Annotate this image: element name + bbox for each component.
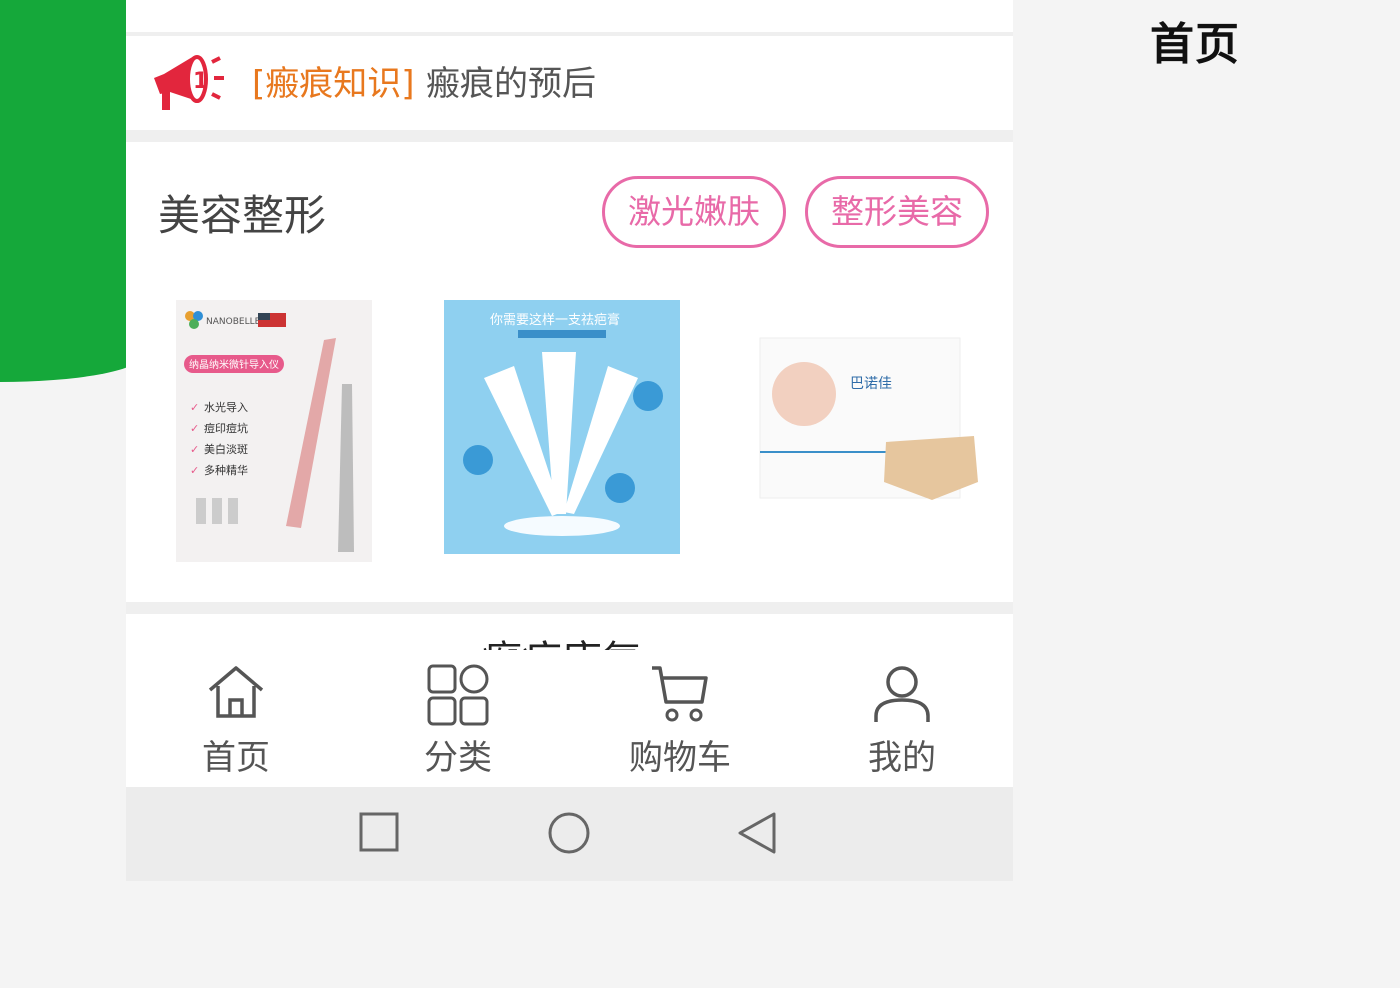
- product-card-microneedle[interactable]: NANOBELLE 纳晶纳米微针导入仪 ✓ 水光导入 ✓ 痘印痘坑 ✓ 美白淡斑 ✓ 多…: [176, 300, 372, 562]
- feature-text: 痘印痘坑: [204, 421, 248, 435]
- green-decoration: [0, 0, 140, 382]
- tab-cart-label: 购物车: [629, 738, 731, 778]
- tab-profile[interactable]: 我的: [822, 650, 982, 787]
- product-headline: 你需要这样一支祛疤膏: [490, 312, 620, 328]
- product-card-scar-gel[interactable]: 你需要这样一支祛疤膏: [444, 300, 680, 554]
- tab-home[interactable]: 首页: [156, 650, 316, 787]
- home-circle-icon[interactable]: [547, 811, 591, 855]
- beauty-section: 美容整形 激光嫩肤 整形美容 NANOBELLE 纳晶纳米微针导入仪 ✓ 水光导入…: [126, 142, 1013, 602]
- tab-profile-label: 我的: [868, 738, 936, 778]
- recent-apps-icon[interactable]: [358, 811, 400, 853]
- svg-text:✓: ✓: [190, 464, 199, 477]
- tab-category[interactable]: 分类: [378, 650, 538, 787]
- product-card-scar-sheet[interactable]: 巴诺佳: [756, 332, 981, 512]
- brand-label: NANOBELLE: [206, 317, 261, 327]
- product-image-microneedle: NANOBELLE 纳晶纳米微针导入仪 ✓ 水光导入 ✓ 痘印痘坑 ✓ 美白淡斑 ✓ 多…: [184, 311, 354, 552]
- top-strip: [126, 0, 1013, 36]
- notice-message[interactable]: 瘢痕的预后: [426, 56, 596, 105]
- system-navigation-bar: [126, 787, 1013, 881]
- tab-home-label: 首页: [202, 738, 270, 778]
- svg-text:✓: ✓: [190, 422, 199, 435]
- tab-category-label: 分类: [424, 738, 492, 778]
- home-icon: [208, 666, 264, 718]
- divider: [126, 130, 1013, 142]
- product-image-scar-gel: 你需要这样一支祛疤膏: [444, 300, 680, 554]
- product-image-scar-sheet: 巴诺佳: [759, 337, 978, 500]
- svg-text:1: 1: [193, 69, 208, 94]
- notice-tag: [瘢痕知识]: [252, 64, 415, 104]
- feature-text: 水光导入: [204, 400, 248, 414]
- category-icon: [427, 664, 489, 726]
- feature-text: 美白淡斑: [204, 442, 248, 456]
- brand-label: 巴诺佳: [850, 376, 892, 392]
- cart-icon: [652, 666, 708, 722]
- page-caption: 首页: [1150, 19, 1240, 70]
- bottom-tab-bar: 首页 分类 购物车 我的: [126, 650, 1013, 787]
- divider: [126, 602, 1013, 614]
- profile-icon: [874, 666, 930, 722]
- plastic-surgery-button[interactable]: 整形美容: [805, 176, 989, 248]
- tab-cart[interactable]: 购物车: [600, 650, 760, 787]
- phone-screen: 1 [瘢痕知识] 瘢痕的预后 美容整形 激光嫩肤 整形美容 NANOBELLE …: [126, 0, 1013, 881]
- section-title: 美容整形: [158, 191, 327, 240]
- svg-text:✓: ✓: [190, 443, 199, 456]
- svg-text:✓: ✓: [190, 401, 199, 414]
- next-section-title: 瘢痕康复: [482, 628, 642, 650]
- next-section: 瘢痕康复: [126, 614, 1013, 650]
- notice-bar[interactable]: 1 [瘢痕知识] 瘢痕的预后: [126, 36, 1013, 130]
- laser-skin-button[interactable]: 激光嫩肤: [602, 176, 786, 248]
- feature-text: 多种精华: [204, 463, 248, 477]
- product-badge: 纳晶纳米微针导入仪: [189, 358, 279, 371]
- back-triangle-icon[interactable]: [736, 811, 778, 855]
- megaphone-icon: 1: [154, 55, 224, 110]
